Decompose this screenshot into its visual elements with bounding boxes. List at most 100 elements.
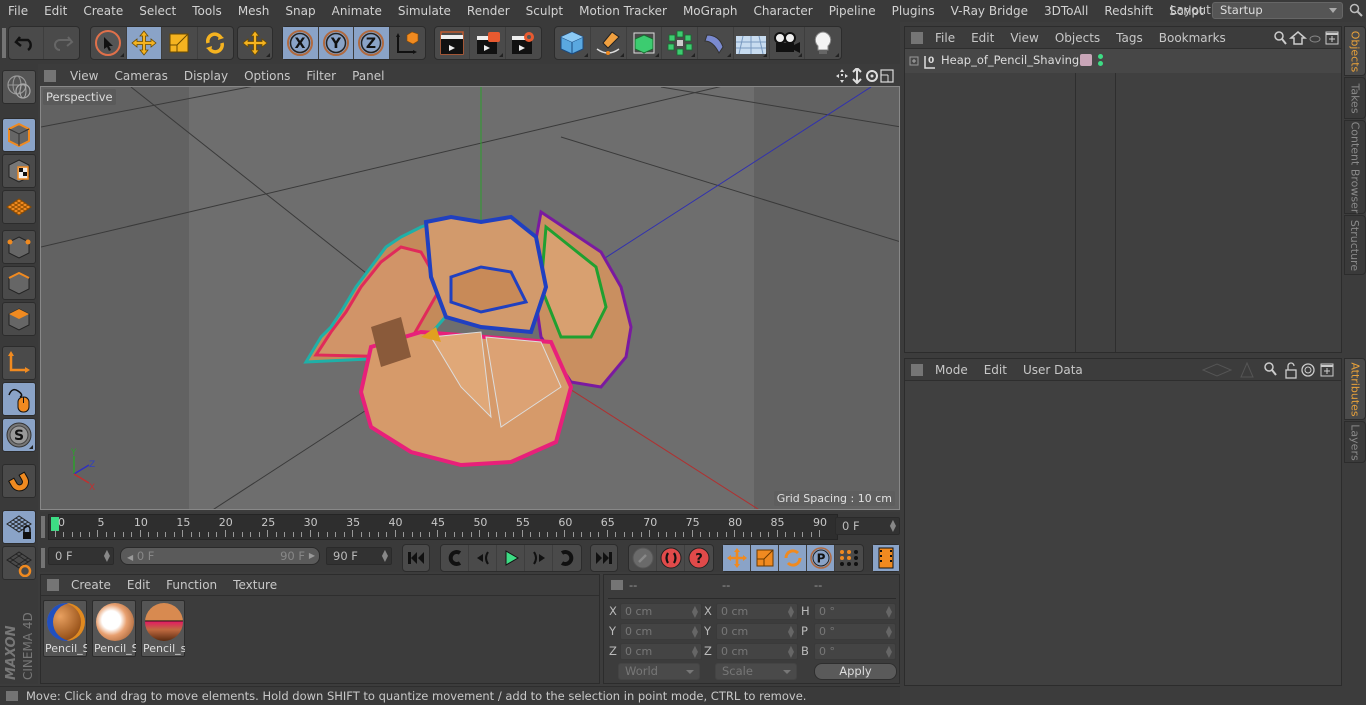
new-window-icon[interactable] — [1325, 31, 1339, 45]
position-field[interactable]: 0 cm ▲ ▼ — [620, 623, 702, 640]
live-selection-button[interactable] — [91, 27, 127, 59]
render-visibility-dot[interactable] — [1098, 61, 1103, 66]
timeline-ruler[interactable]: 0 5 10 15 20 25 30 35 40 45 50 55 60 65 70 75 80 85 90 — [48, 514, 838, 540]
size-field[interactable]: 0 cm ▲ ▼ — [716, 623, 798, 640]
scale-tool-button[interactable] — [162, 27, 198, 59]
object-menu-bookmarks[interactable]: Bookmarks — [1151, 31, 1234, 45]
material-swatch[interactable]: Pencil_s — [141, 600, 185, 657]
point-level-animation-toggle[interactable] — [835, 545, 863, 571]
menu-3dtoall[interactable]: 3DToAll — [1036, 4, 1096, 18]
attribute-menu-user-data[interactable]: User Data — [1015, 363, 1091, 377]
camera-label[interactable]: Perspective — [43, 89, 116, 105]
position-key-toggle[interactable] — [723, 545, 751, 571]
toolbar-grip[interactable] — [2, 28, 6, 58]
object-menu-edit[interactable]: Edit — [963, 31, 1002, 45]
menu-redshift[interactable]: Redshift — [1096, 4, 1161, 18]
link-icon[interactable] — [1309, 35, 1321, 43]
play-button[interactable] — [497, 545, 525, 571]
menu-snap[interactable]: Snap — [277, 4, 323, 18]
pan-icon[interactable] — [836, 69, 848, 83]
menu-select[interactable]: Select — [131, 4, 184, 18]
points-mode-button[interactable] — [2, 230, 36, 264]
subdivision-surface-button[interactable] — [627, 27, 663, 59]
panel-grip[interactable] — [47, 579, 59, 591]
current-frame-field[interactable]: 0 F ▲ ▼ — [835, 517, 900, 535]
menu-render[interactable]: Render — [459, 4, 518, 18]
menu-edit[interactable]: Edit — [36, 4, 75, 18]
material-menu-texture[interactable]: Texture — [225, 578, 285, 592]
tweak-mode-button[interactable] — [2, 382, 36, 416]
timeline-window-button[interactable] — [873, 545, 899, 571]
position-field[interactable]: 0 cm ▲ ▼ — [620, 603, 702, 620]
x-axis-lock-button[interactable]: X — [283, 27, 319, 59]
redo-button[interactable] — [44, 27, 79, 59]
menu-pipeline[interactable]: Pipeline — [821, 4, 884, 18]
material-swatch[interactable]: Pencil_S — [92, 600, 136, 657]
texture-mode-button[interactable] — [2, 154, 36, 188]
search-icon[interactable] — [1264, 362, 1277, 376]
rotation-field[interactable]: 0 ° ▲ ▼ — [814, 643, 896, 660]
pen-spline-button[interactable] — [591, 27, 627, 59]
object-name[interactable]: Heap_of_Pencil_Shavings — [941, 53, 1085, 67]
make-editable-button[interactable] — [2, 70, 36, 104]
snap-button[interactable] — [2, 464, 36, 498]
object-menu-file[interactable]: File — [927, 31, 963, 45]
target-icon[interactable] — [1301, 363, 1315, 377]
menu-character[interactable]: Character — [745, 4, 820, 18]
locked-workplane-button[interactable] — [2, 510, 36, 544]
deformer-button[interactable] — [698, 27, 734, 59]
panel-grip[interactable] — [611, 580, 623, 590]
planar-workplane-button[interactable] — [2, 546, 36, 580]
parameter-key-toggle[interactable]: P — [807, 545, 835, 571]
3d-viewport[interactable]: Y Z X Perspective Grid Spacing : 10 cm — [40, 86, 900, 510]
menu-animate[interactable]: Animate — [324, 4, 390, 18]
go-to-start-button[interactable] — [403, 545, 429, 571]
render-to-picture-viewer-button[interactable] — [470, 27, 506, 59]
coordinate-system-button[interactable] — [390, 27, 425, 59]
next-key-button[interactable] — [553, 545, 581, 571]
menu-tools[interactable]: Tools — [184, 4, 230, 18]
autokeying-button[interactable] — [657, 545, 685, 571]
menu-v-ray-bridge[interactable]: V-Ray Bridge — [943, 4, 1036, 18]
size-mode-select[interactable]: Scale — [715, 663, 797, 680]
object-row[interactable]: 0 Heap_of_Pencil_Shavings — [905, 49, 1341, 73]
rotate-tool-button[interactable] — [198, 27, 233, 59]
workplane-mode-button[interactable] — [2, 190, 36, 224]
edges-mode-button[interactable] — [2, 266, 36, 300]
menu-simulate[interactable]: Simulate — [390, 4, 459, 18]
menu-motion-tracker[interactable]: Motion Tracker — [571, 4, 675, 18]
rotation-key-toggle[interactable] — [779, 545, 807, 571]
coordinate-mode-select[interactable]: World — [618, 663, 700, 680]
attribute-menu-mode[interactable]: Mode — [927, 363, 976, 377]
tab-content-browser[interactable]: Content Browser — [1344, 120, 1366, 214]
back-arrow-icon[interactable] — [1201, 363, 1233, 377]
add-cube-button[interactable] — [555, 27, 591, 59]
next-frame-button[interactable] — [525, 545, 553, 571]
y-axis-lock-button[interactable]: Y — [318, 27, 354, 59]
viewport-menu-cameras[interactable]: Cameras — [106, 69, 175, 83]
menu-mograph[interactable]: MoGraph — [675, 4, 746, 18]
editor-visibility-dot[interactable] — [1098, 54, 1103, 59]
zoom-dolly-icon[interactable] — [852, 68, 862, 84]
model-mode-button[interactable] — [2, 118, 36, 152]
tab-objects[interactable]: Objects — [1344, 26, 1366, 76]
position-field[interactable]: 0 cm ▲ ▼ — [620, 643, 702, 660]
previous-key-button[interactable] — [441, 545, 469, 571]
viewport-menu-display[interactable]: Display — [176, 69, 236, 83]
material-menu-create[interactable]: Create — [63, 578, 119, 592]
up-arrow-icon[interactable] — [1240, 361, 1254, 378]
tab-layers[interactable]: Layers — [1344, 421, 1366, 463]
rotation-field[interactable]: 0 ° ▲ ▼ — [814, 603, 896, 620]
material-swatch[interactable]: Pencil_S — [43, 600, 87, 657]
transport-grip[interactable] — [41, 548, 45, 568]
new-window-icon[interactable] — [1320, 363, 1334, 377]
lock-icon[interactable] — [1285, 362, 1297, 379]
undo-button[interactable] — [9, 27, 45, 59]
object-menu-view[interactable]: View — [1002, 31, 1046, 45]
move-tool-button[interactable] — [126, 27, 162, 59]
menu-sculpt[interactable]: Sculpt — [518, 4, 571, 18]
menu-file[interactable]: File — [0, 4, 36, 18]
floor-button[interactable] — [734, 27, 770, 59]
recent-tool-button[interactable] — [238, 27, 272, 59]
panel-grip[interactable] — [44, 69, 56, 82]
